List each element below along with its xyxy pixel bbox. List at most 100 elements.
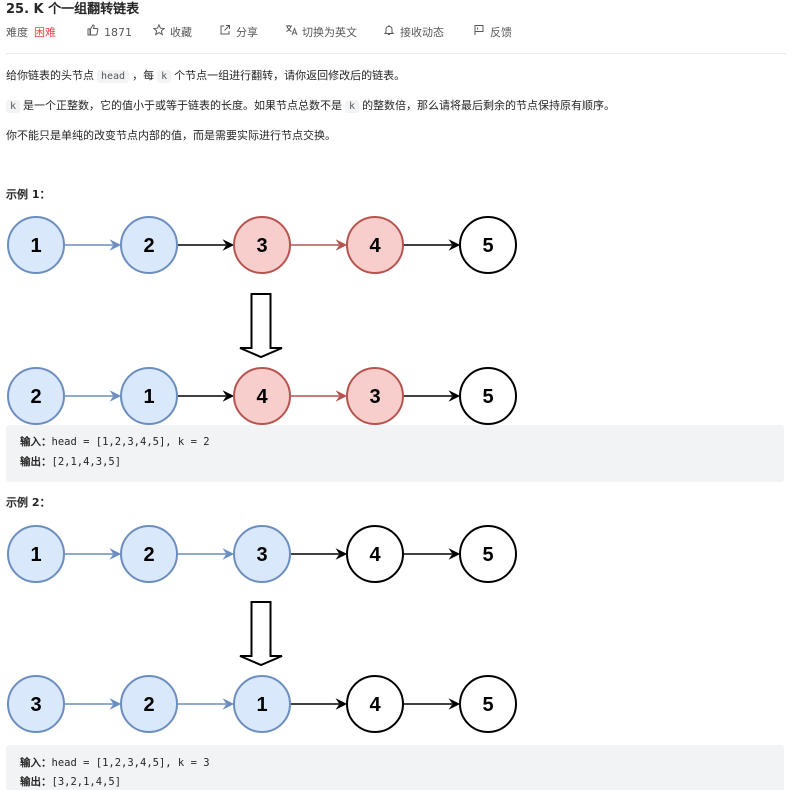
- example-2-after-chain-node-label: 1: [256, 694, 267, 716]
- inline-code-k: k: [345, 100, 360, 113]
- example-1-before-chain-node-label: 2: [143, 235, 154, 257]
- example-2-diagram: 1 2 3 4 5 3 2 1 4 5: [7, 525, 517, 733]
- example-1-after-chain-node-3: 4: [233, 367, 291, 425]
- example-1-before-chain-node-label: 1: [30, 235, 41, 257]
- example-2-after-chain-node-label: 4: [369, 694, 381, 716]
- transform-arrow: [239, 293, 283, 359]
- difficulty-badge: 困难: [34, 26, 56, 39]
- example-2-before-chain-node-label: 1: [30, 544, 41, 566]
- description-paragraph-2: k 是一个正整数，它的值小于或等于链表的长度。如果节点总数不是 k 的整数倍，那么请将…: [6, 97, 615, 116]
- like-count: 1871: [104, 26, 132, 39]
- text-segment: 给你链表的头节点: [6, 69, 94, 82]
- transform-arrow: [239, 601, 283, 667]
- example-1-before-chain-edge-4: [404, 239, 461, 251]
- difficulty: 难度 困难: [6, 24, 56, 42]
- example-1-output: 输出：[2,1,4,3,5]: [20, 454, 121, 470]
- example-1-before-chain: 1 2 3 4 5: [7, 216, 517, 274]
- example-2-before-chain-edge-1: [65, 548, 122, 560]
- output-value: [3,2,1,4,5]: [51, 776, 122, 788]
- example-1-input: 输入：head = [1,2,3,4,5], k = 2: [20, 434, 210, 450]
- problem-title: 25. K 个一组翻转链表: [6, 2, 140, 17]
- example-2-after-chain-node-1: 3: [7, 675, 65, 733]
- translate-icon: [284, 24, 298, 42]
- share-label: 分享: [236, 26, 258, 39]
- notify-button[interactable]: 接收动态: [382, 24, 444, 42]
- example-2-after-chain-edge-3: [291, 698, 348, 710]
- inline-code-k: k: [6, 100, 21, 113]
- bell-icon: [382, 24, 396, 42]
- example-1-after-chain-node-label: 2: [30, 386, 41, 408]
- example-2-after-chain-node-5: 5: [459, 675, 517, 733]
- example-2-before-chain-node-4: 4: [346, 525, 404, 583]
- description-paragraph-1: 给你链表的头节点 head ，每 k 个节点一组进行翻转，请你返回修改后的链表。: [6, 67, 405, 86]
- example-1-before-chain-node-3: 3: [233, 216, 291, 274]
- example-1-before-chain-node-5: 5: [459, 216, 517, 274]
- example-1-before-chain-node-label: 5: [482, 235, 493, 257]
- example-2-after-chain-node-label: 5: [482, 694, 493, 716]
- example-1-before-chain-node-2: 2: [120, 216, 178, 274]
- example-1-before-chain-node-1: 1: [7, 216, 65, 274]
- problem-meta-bar: 难度 困难 1871 收藏 分享 切换为英文 接收动态 反馈: [6, 23, 786, 42]
- example-2-after-chain-node-3: 1: [233, 675, 291, 733]
- example-1-before-chain-node-label: 3: [256, 235, 267, 257]
- thumbs-up-icon: [86, 24, 100, 42]
- example-1-after-chain-edge-1: [65, 390, 122, 402]
- input-label: 输入：: [20, 757, 52, 769]
- example-2-before-chain-node-5: 5: [459, 525, 517, 583]
- favorite-label: 收藏: [170, 26, 192, 39]
- example-2-before-chain-node-1: 1: [7, 525, 65, 583]
- inline-code-head: head: [97, 70, 130, 83]
- example-2-before-chain-node-2: 2: [120, 525, 178, 583]
- example-2-after-chain-node-4: 4: [346, 675, 404, 733]
- notify-label: 接收动态: [400, 26, 444, 39]
- share-button[interactable]: 分享: [218, 24, 258, 42]
- example-1-io-block: 输入：head = [1,2,3,4,5], k = 2 输出：[2,1,4,3…: [6, 425, 784, 482]
- example-2-after-chain-node-label: 3: [30, 694, 41, 716]
- input-value: head = [1,2,3,4,5], k = 2: [51, 436, 210, 448]
- input-value: head = [1,2,3,4,5], k = 3: [51, 757, 210, 769]
- feedback-icon: [472, 24, 486, 42]
- example-2-after-chain-edge-2: [178, 698, 235, 710]
- example-1-after-chain: 2 1 4 3 5: [7, 367, 517, 425]
- example-1-before-chain-edge-3: [291, 239, 348, 251]
- example-1-after-chain-edge-4: [404, 390, 461, 402]
- example-1-after-chain-node-label: 1: [143, 386, 154, 408]
- example-2-before-chain-edge-2: [178, 548, 235, 560]
- feedback-label: 反馈: [490, 26, 512, 39]
- example-2-after-chain-node-label: 2: [143, 694, 154, 716]
- example-2-after-chain-edge-4: [404, 698, 461, 710]
- feedback-button[interactable]: 反馈: [472, 24, 512, 42]
- switch-language-button[interactable]: 切换为英文: [284, 24, 357, 42]
- example-1-after-chain-node-4: 3: [346, 367, 404, 425]
- share-icon: [218, 24, 232, 42]
- text-segment: 是一个正整数，它的值小于或等于链表的长度。如果节点总数不是: [23, 99, 343, 112]
- switch-language-label: 切换为英文: [302, 26, 357, 39]
- example-2-after-chain: 3 2 1 4 5: [7, 675, 517, 733]
- output-value: [2,1,4,3,5]: [51, 456, 122, 468]
- example-2-before-chain-edge-4: [404, 548, 461, 560]
- input-label: 输入：: [20, 436, 52, 448]
- star-icon: [152, 23, 166, 42]
- text-segment: 的整数倍，那么请将最后剩余的节点保持原有顺序。: [362, 99, 616, 112]
- example-1-after-chain-node-2: 1: [120, 367, 178, 425]
- example-1-before-chain-edge-2: [178, 239, 235, 251]
- like-button[interactable]: 1871: [86, 24, 132, 42]
- example-1-before-chain-node-4: 4: [346, 216, 404, 274]
- favorite-button[interactable]: 收藏: [152, 23, 192, 42]
- example-2-before-chain-node-label: 3: [256, 544, 267, 566]
- output-label: 输出：: [20, 776, 52, 788]
- description-paragraph-3: 你不能只是单纯的改变节点内部的值，而是需要实际进行节点交换。: [6, 129, 336, 142]
- text-segment: ，每: [132, 69, 155, 82]
- inline-code-k: k: [157, 70, 172, 83]
- divider: [6, 53, 786, 54]
- example-1-after-chain-edge-2: [178, 390, 235, 402]
- example-1-before-chain-edge-1: [65, 239, 122, 251]
- example-1-before-chain-node-label: 4: [369, 235, 381, 257]
- example-2-before-chain-node-label: 2: [143, 544, 154, 566]
- difficulty-label: 难度: [6, 26, 28, 39]
- example-2-after-chain-node-2: 2: [120, 675, 178, 733]
- output-label: 输出：: [20, 456, 52, 468]
- example-2-before-chain-edge-3: [291, 548, 348, 560]
- example-2-output: 输出：[3,2,1,4,5]: [20, 774, 121, 790]
- example-2-before-chain-node-label: 5: [482, 544, 493, 566]
